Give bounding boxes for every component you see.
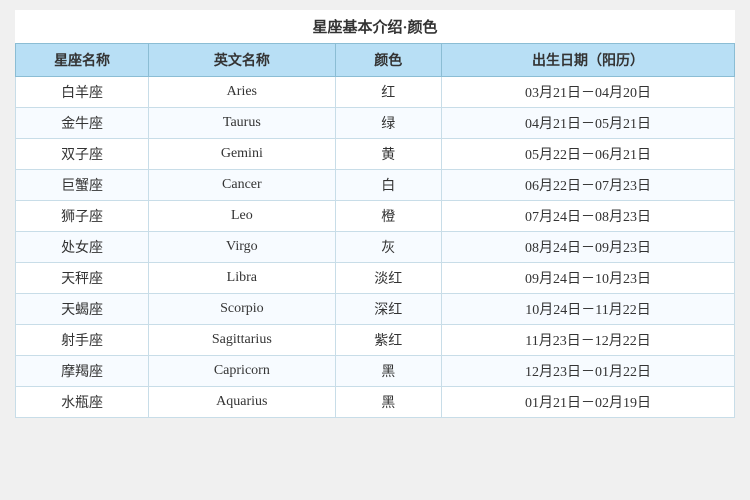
cell-zh-1: 金牛座 [16, 108, 149, 139]
table-row: 处女座Virgo灰08月24日－09月23日 [16, 232, 735, 263]
cell-color-6: 淡红 [335, 263, 442, 294]
cell-en-1: Taurus [149, 108, 335, 139]
header-zh-name: 星座名称 [16, 44, 149, 77]
cell-en-4: Leo [149, 201, 335, 232]
main-container: 星座基本介绍·颜色 星座名称 英文名称 颜色 出生日期（阳历） 白羊座Aries… [15, 10, 735, 418]
table-row: 天蝎座Scorpio深红10月24日－11月22日 [16, 294, 735, 325]
cell-zh-7: 天蝎座 [16, 294, 149, 325]
cell-zh-9: 摩羯座 [16, 356, 149, 387]
cell-zh-5: 处女座 [16, 232, 149, 263]
cell-zh-4: 狮子座 [16, 201, 149, 232]
table-row: 天秤座Libra淡红09月24日－10月23日 [16, 263, 735, 294]
table-row: 摩羯座Capricorn黑12月23日－01月22日 [16, 356, 735, 387]
cell-color-8: 紫红 [335, 325, 442, 356]
cell-color-7: 深红 [335, 294, 442, 325]
cell-zh-8: 射手座 [16, 325, 149, 356]
table-row: 金牛座Taurus绿04月21日－05月21日 [16, 108, 735, 139]
table-row: 狮子座Leo橙07月24日－08月23日 [16, 201, 735, 232]
cell-color-4: 橙 [335, 201, 442, 232]
cell-en-2: Gemini [149, 139, 335, 170]
table-header-row: 星座名称 英文名称 颜色 出生日期（阳历） [16, 44, 735, 77]
cell-date-5: 08月24日－09月23日 [442, 232, 735, 263]
cell-color-3: 白 [335, 170, 442, 201]
cell-zh-3: 巨蟹座 [16, 170, 149, 201]
table-row: 巨蟹座Cancer白06月22日－07月23日 [16, 170, 735, 201]
page-title: 星座基本介绍·颜色 [15, 10, 735, 43]
cell-date-8: 11月23日－12月22日 [442, 325, 735, 356]
header-date: 出生日期（阳历） [442, 44, 735, 77]
cell-color-1: 绿 [335, 108, 442, 139]
table-row: 水瓶座Aquarius黑01月21日－02月19日 [16, 387, 735, 418]
zodiac-table: 星座名称 英文名称 颜色 出生日期（阳历） 白羊座Aries红03月21日－04… [15, 43, 735, 418]
cell-color-5: 灰 [335, 232, 442, 263]
cell-date-7: 10月24日－11月22日 [442, 294, 735, 325]
cell-date-4: 07月24日－08月23日 [442, 201, 735, 232]
cell-zh-10: 水瓶座 [16, 387, 149, 418]
cell-date-10: 01月21日－02月19日 [442, 387, 735, 418]
cell-zh-0: 白羊座 [16, 77, 149, 108]
cell-date-3: 06月22日－07月23日 [442, 170, 735, 201]
cell-en-7: Scorpio [149, 294, 335, 325]
cell-en-9: Capricorn [149, 356, 335, 387]
cell-date-2: 05月22日－06月21日 [442, 139, 735, 170]
cell-en-3: Cancer [149, 170, 335, 201]
cell-zh-6: 天秤座 [16, 263, 149, 294]
cell-color-0: 红 [335, 77, 442, 108]
cell-date-9: 12月23日－01月22日 [442, 356, 735, 387]
header-en-name: 英文名称 [149, 44, 335, 77]
table-body: 白羊座Aries红03月21日－04月20日金牛座Taurus绿04月21日－0… [16, 77, 735, 418]
cell-en-10: Aquarius [149, 387, 335, 418]
header-color: 颜色 [335, 44, 442, 77]
table-row: 射手座Sagittarius紫红11月23日－12月22日 [16, 325, 735, 356]
cell-en-5: Virgo [149, 232, 335, 263]
cell-date-0: 03月21日－04月20日 [442, 77, 735, 108]
cell-en-0: Aries [149, 77, 335, 108]
cell-color-10: 黑 [335, 387, 442, 418]
table-row: 白羊座Aries红03月21日－04月20日 [16, 77, 735, 108]
table-row: 双子座Gemini黄05月22日－06月21日 [16, 139, 735, 170]
cell-en-6: Libra [149, 263, 335, 294]
cell-color-9: 黑 [335, 356, 442, 387]
cell-color-2: 黄 [335, 139, 442, 170]
cell-date-1: 04月21日－05月21日 [442, 108, 735, 139]
cell-zh-2: 双子座 [16, 139, 149, 170]
cell-date-6: 09月24日－10月23日 [442, 263, 735, 294]
cell-en-8: Sagittarius [149, 325, 335, 356]
